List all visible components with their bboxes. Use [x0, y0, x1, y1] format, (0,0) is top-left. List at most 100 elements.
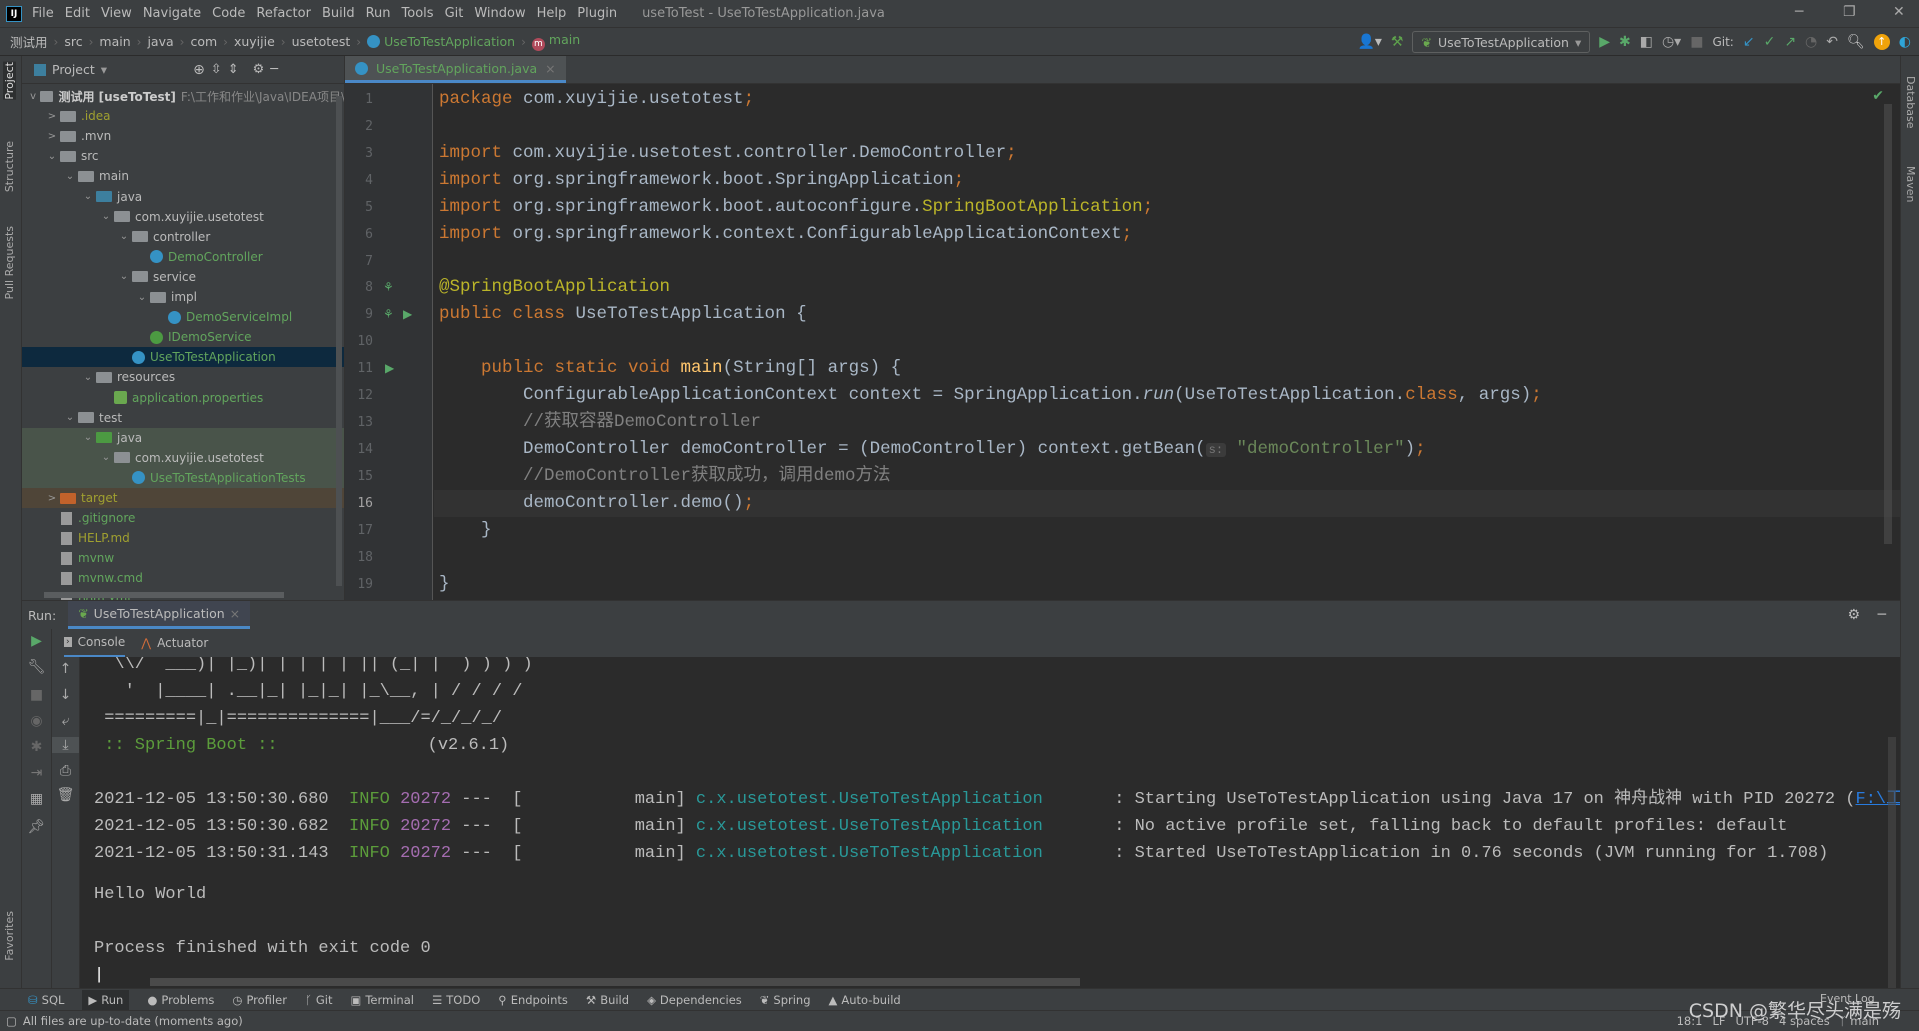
tree-item[interactable]: ⌄ src — [22, 146, 344, 166]
tool-tab-todo[interactable]: ☰ TODO — [432, 993, 480, 1007]
run-icon[interactable]: ▶ — [1599, 34, 1610, 50]
tool-tab-database[interactable]: Database — [1904, 76, 1917, 129]
layout-icon[interactable]: ▦ — [22, 791, 51, 807]
tool-tab-terminal[interactable]: ▣ Terminal — [350, 993, 413, 1007]
hide-panel-icon[interactable]: ─ — [1878, 607, 1886, 623]
tool-tab-endpoints[interactable]: ⚲ Endpoints — [498, 993, 568, 1007]
debug-icon[interactable]: ✱ — [1619, 34, 1631, 50]
expand-arrow[interactable]: v — [28, 91, 38, 102]
tree-item[interactable]: DemoServiceImpl — [22, 307, 344, 327]
rerun-icon[interactable]: ▶ — [22, 633, 51, 649]
tool-tab-sql[interactable]: ⛁ SQL — [28, 993, 64, 1007]
stop-icon[interactable]: ■ — [1690, 34, 1703, 50]
console-hscrollbar[interactable] — [150, 978, 1080, 986]
hide-icon[interactable]: ─ — [270, 62, 278, 77]
menu-plugin[interactable]: Plugin — [577, 6, 617, 21]
vcs-user-icon[interactable]: 👤▾ — [1357, 34, 1381, 50]
tree-item[interactable]: ⌄ test — [22, 408, 344, 428]
console-vscrollbar[interactable] — [1888, 737, 1896, 988]
tree-item[interactable]: ⌄ com.xuyijie.usetotest — [22, 447, 344, 468]
code-line[interactable]: import org.springframework.context.Confi… — [439, 221, 1132, 248]
breadcrumb-item[interactable]: usetotest — [292, 34, 351, 49]
breadcrumb-item[interactable]: 测试用 — [10, 32, 48, 51]
breadcrumb-item[interactable]: java — [147, 34, 173, 49]
expand-all-icon[interactable]: ⇳ — [211, 62, 222, 77]
breadcrumb-item[interactable]: UseToTestApplication — [367, 34, 515, 49]
tree-item[interactable]: ⌄ impl — [22, 287, 344, 307]
tool-tab-maven[interactable]: Maven — [1904, 166, 1917, 202]
collapse-all-icon[interactable]: ⇕ — [228, 62, 239, 77]
code-line[interactable]: import org.springframework.boot.autoconf… — [439, 194, 1153, 221]
status-toggle-icon[interactable]: ▢ — [6, 1014, 17, 1028]
code-line[interactable]: DemoController demoController = (DemoCon… — [439, 436, 1426, 463]
tree-item[interactable]: > target — [22, 488, 344, 508]
tree-item[interactable]: ⌄ service — [22, 267, 344, 287]
expand-arrow[interactable]: ⌄ — [64, 412, 76, 423]
menu-git[interactable]: Git — [445, 6, 464, 21]
menu-tools[interactable]: Tools — [402, 6, 434, 21]
plugin-icon[interactable]: ◐ — [1899, 34, 1911, 50]
code-line[interactable]: package com.xuyijie.usetotest; — [439, 86, 754, 113]
log-logger[interactable]: c.x.usetotest.UseToTestApplication — [696, 844, 1043, 863]
menu-build[interactable]: Build — [322, 6, 355, 21]
menu-navigate[interactable]: Navigate — [143, 6, 201, 21]
expand-arrow[interactable]: > — [46, 111, 58, 122]
clear-icon[interactable]: 🗑︎ — [52, 787, 79, 803]
tree-item[interactable]: application.properties — [22, 388, 344, 408]
update-icon[interactable]: ↑ — [1873, 34, 1890, 50]
tree-item[interactable]: DemoController — [22, 247, 344, 267]
expand-arrow[interactable]: ⌄ — [46, 151, 58, 162]
tree-item[interactable]: mvnw.cmd — [22, 568, 344, 588]
expand-arrow[interactable]: ⌄ — [100, 211, 112, 222]
close-window-button[interactable]: ✕ — [1893, 4, 1905, 20]
build-hammer-icon[interactable]: ⚒ — [1391, 34, 1404, 50]
expand-arrow[interactable]: > — [46, 493, 58, 504]
git-update-icon[interactable]: ↙ — [1743, 34, 1755, 50]
menu-refactor[interactable]: Refactor — [256, 6, 311, 21]
tool-tab-spring[interactable]: ❦ Spring — [760, 993, 811, 1007]
tree-hscrollbar[interactable] — [44, 592, 284, 598]
pin-icon[interactable]: 📌︎ — [22, 819, 51, 835]
expand-arrow[interactable]: ⌄ — [64, 171, 76, 182]
tool-tab-profiler[interactable]: ◷ Profiler — [232, 993, 287, 1007]
run-tab[interactable]: ❦ UseToTestApplication × — [68, 601, 251, 629]
tool-tab-project[interactable]: Project — [3, 62, 16, 100]
gear-icon[interactable]: ⚙ — [253, 62, 265, 77]
tree-item[interactable]: ⌄ main — [22, 166, 344, 186]
tree-item[interactable]: ⌄ controller — [22, 227, 344, 247]
code-line[interactable]: @SpringBootApplication — [439, 274, 670, 301]
code-line[interactable]: ConfigurableApplicationContext context =… — [439, 382, 1542, 409]
tool-tab-problems[interactable]: ● Problems — [147, 993, 214, 1007]
actuator-tab[interactable]: ⋀ Actuator — [141, 629, 208, 657]
code-line[interactable]: //获取容器DemoController — [439, 409, 761, 436]
scroll-up-icon[interactable]: ↑ — [52, 661, 79, 677]
rollback-icon[interactable]: ↶ — [1826, 34, 1838, 50]
settings-gear-icon[interactable]: ⚙ — [1847, 607, 1860, 623]
camera-icon[interactable]: ◉ — [22, 713, 51, 729]
breadcrumb-item[interactable]: com — [190, 34, 217, 49]
expand-arrow[interactable]: ⌄ — [100, 452, 112, 463]
tree-root[interactable]: v 测试用 [useToTest] F:\工作和作业\Java\IDEA项目\ — [22, 86, 344, 106]
tool-tab-build[interactable]: ⚒ Build — [586, 993, 629, 1007]
git-history-icon[interactable]: ◔ — [1805, 34, 1817, 50]
expand-arrow[interactable]: ⌄ — [82, 191, 94, 202]
menu-window[interactable]: Window — [474, 6, 525, 21]
editor-scrollbar[interactable] — [1884, 104, 1892, 544]
expand-arrow[interactable]: ⌄ — [118, 271, 130, 282]
console-output[interactable]: \\/ ___)| |_)| | | | | || (_| | ) ) ) ) … — [80, 657, 1900, 988]
tree-item[interactable]: IDemoService — [22, 327, 344, 347]
expand-arrow[interactable]: > — [46, 131, 58, 142]
tree-item[interactable]: ⌄ java — [22, 187, 344, 207]
editor-tab[interactable]: UseToTestApplication.java × — [345, 56, 566, 83]
soft-wrap-icon[interactable]: ⤶ — [52, 713, 79, 729]
wrench-icon[interactable]: 🔧︎ — [22, 659, 51, 675]
locate-icon[interactable]: ⊕ — [193, 62, 205, 78]
log-logger[interactable]: c.x.usetotest.UseToTestApplication — [696, 817, 1043, 836]
run-config-selector[interactable]: ❦ UseToTestApplication ▾ — [1412, 31, 1591, 53]
print-icon[interactable]: ⎙ — [52, 763, 79, 779]
menu-view[interactable]: View — [101, 6, 132, 21]
minimize-button[interactable]: ─ — [1795, 4, 1803, 20]
tree-item[interactable]: UseToTestApplication — [22, 347, 344, 368]
tree-item[interactable]: > .mvn — [22, 126, 344, 146]
tool-tab-structure[interactable]: Structure — [3, 141, 16, 192]
